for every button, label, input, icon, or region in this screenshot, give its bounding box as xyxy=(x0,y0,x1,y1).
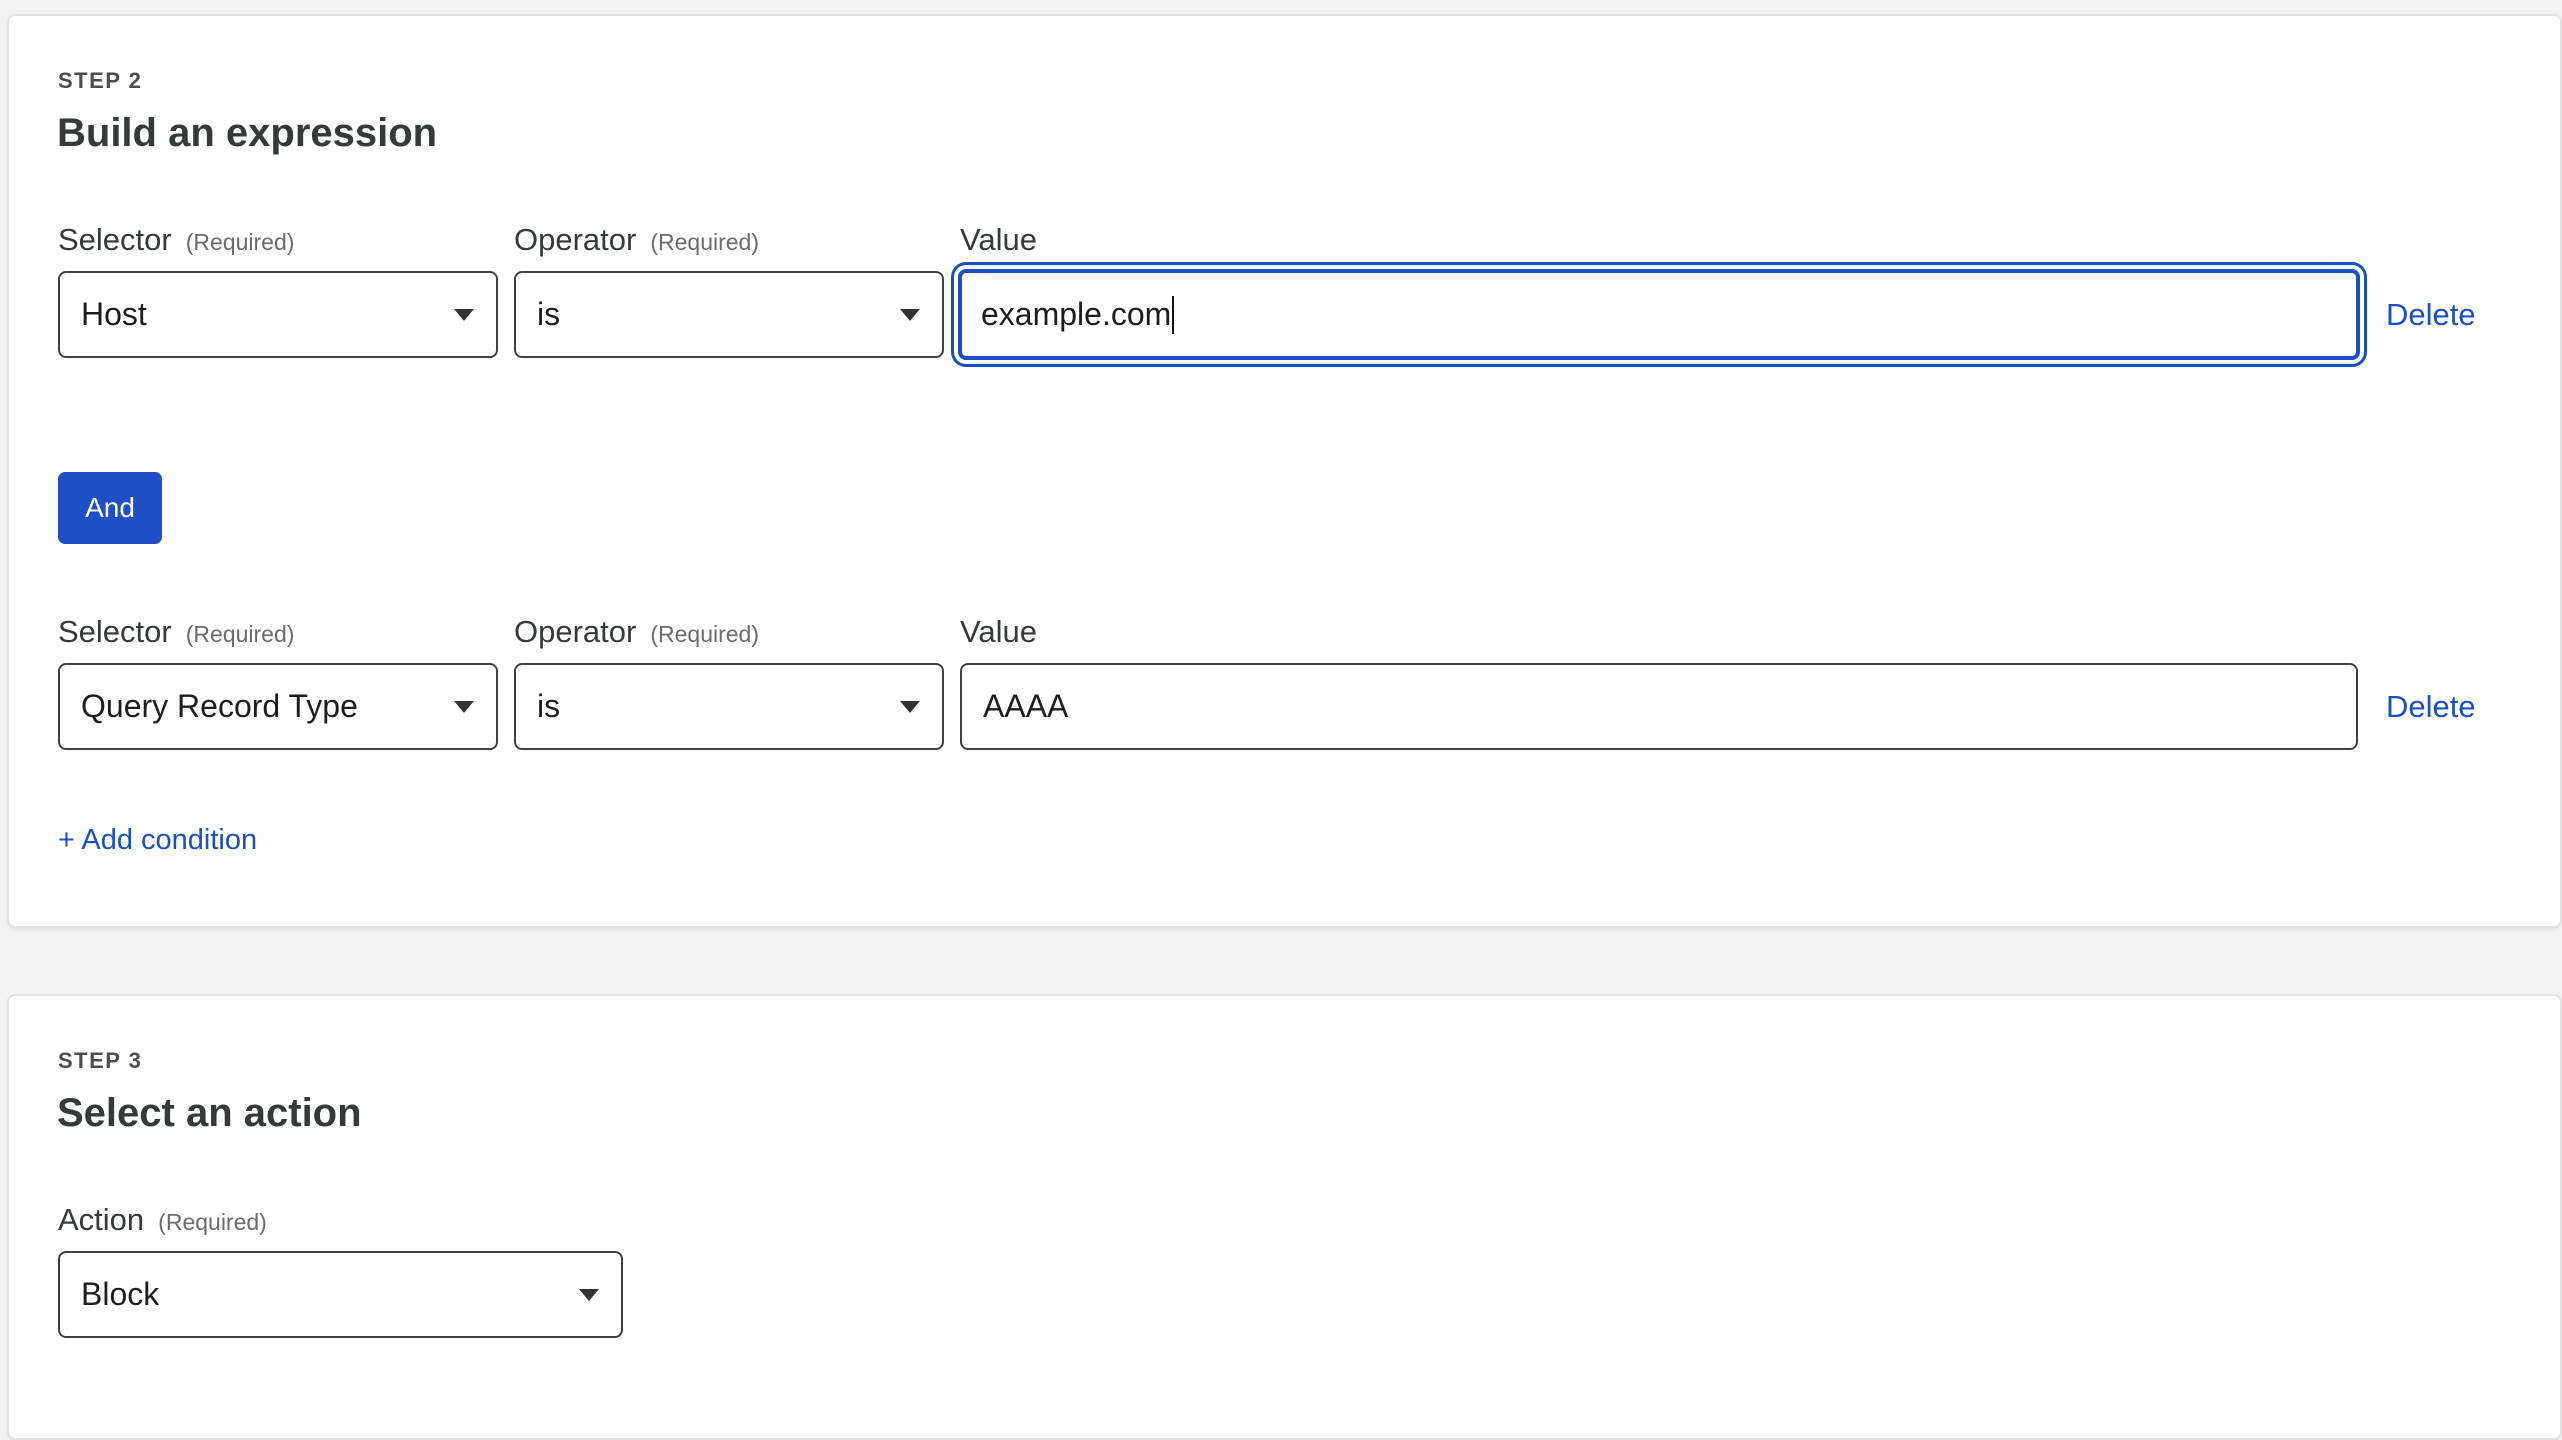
action-label: Action (Required) xyxy=(58,1202,267,1238)
delete-condition-2-link[interactable]: Delete xyxy=(2386,689,2476,725)
selector-label-1: Selector (Required) xyxy=(58,222,294,258)
caret-down-icon xyxy=(454,700,474,713)
build-expression-title: Build an expression xyxy=(57,111,438,155)
selector-value: Query Record Type xyxy=(81,688,358,724)
operator-required-text: (Required) xyxy=(650,621,759,647)
selector-required-text: (Required) xyxy=(185,229,295,255)
caret-down-icon xyxy=(579,1288,599,1301)
selector-label-2: Selector (Required) xyxy=(58,614,294,650)
operator-label-text: Operator xyxy=(514,222,637,257)
caret-down-icon xyxy=(900,308,920,321)
selector-dropdown-1[interactable]: Host xyxy=(58,271,498,358)
delete-condition-1-link[interactable]: Delete xyxy=(2386,297,2476,333)
selector-required-text: (Required) xyxy=(185,621,295,647)
operator-label-1: Operator (Required) xyxy=(514,222,759,258)
value-label-2: Value xyxy=(960,614,1037,649)
select-action-title: Select an action xyxy=(57,1091,362,1135)
operator-label-2: Operator (Required) xyxy=(514,614,759,650)
operator-value: is xyxy=(537,688,561,724)
value-text: AAAA xyxy=(983,688,1069,724)
value-text: example.com xyxy=(981,296,1172,332)
action-value: Block xyxy=(81,1276,160,1312)
action-label-text: Action xyxy=(58,1202,145,1237)
selector-dropdown-2[interactable]: Query Record Type xyxy=(58,663,498,750)
step-3-label: STEP 3 xyxy=(58,1048,143,1073)
step-2-label: STEP 2 xyxy=(58,68,143,93)
selector-value: Host xyxy=(81,296,147,332)
operator-label-text: Operator xyxy=(514,614,637,649)
step-3-card: STEP 3 Select an action Action (Required)… xyxy=(7,994,2562,1440)
operator-dropdown-1[interactable]: is xyxy=(514,271,944,358)
text-cursor xyxy=(1172,295,1175,334)
operator-dropdown-2[interactable]: is xyxy=(514,663,944,750)
operator-value: is xyxy=(537,296,561,332)
add-condition-link[interactable]: + Add condition xyxy=(58,824,257,857)
action-dropdown[interactable]: Block xyxy=(58,1251,623,1338)
value-input-2[interactable]: AAAA xyxy=(960,663,2358,750)
and-button[interactable]: And xyxy=(58,472,162,544)
caret-down-icon xyxy=(454,308,474,321)
value-label-1: Value xyxy=(960,222,1037,257)
operator-required-text: (Required) xyxy=(650,229,759,255)
action-required-text: (Required) xyxy=(158,1209,267,1235)
selector-label-text: Selector xyxy=(58,614,172,649)
step-2-card: STEP 2 Build an expression Selector (Requ… xyxy=(7,14,2562,928)
caret-down-icon xyxy=(900,700,920,713)
selector-label-text: Selector xyxy=(58,222,172,257)
value-input-1[interactable]: example.com xyxy=(958,269,2360,360)
